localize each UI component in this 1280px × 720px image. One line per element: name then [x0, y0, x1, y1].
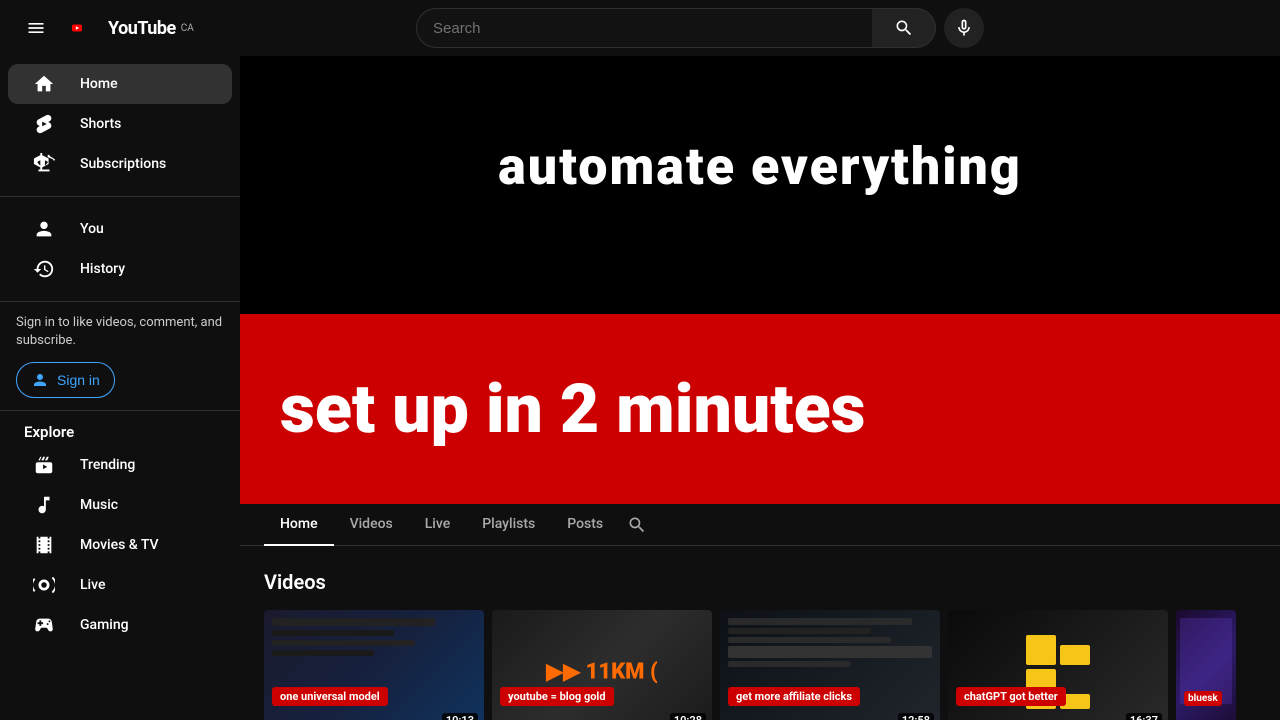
videos-section-title: Videos — [264, 570, 1256, 594]
mic-icon — [954, 18, 974, 38]
sidebar-item-movies[interactable]: Movies & TV — [8, 525, 232, 565]
video-badge-5: bluesk — [1184, 691, 1222, 706]
trending-icon — [32, 453, 56, 477]
sidebar-item-trending[interactable]: Trending — [8, 445, 232, 485]
hamburger-icon — [26, 18, 46, 38]
menu-button[interactable] — [16, 8, 56, 48]
signin-box: Sign in to like videos, comment, and sub… — [16, 314, 224, 398]
video-thumb-1: one universal model 10:13 — [264, 610, 484, 720]
banner-red-overlay: set up in 2 minutes — [240, 314, 1280, 504]
signin-button[interactable]: Sign in — [16, 362, 115, 398]
video-card-5[interactable]: bluesk — [1176, 610, 1236, 720]
tab-videos[interactable]: Videos — [334, 504, 409, 546]
gaming-icon — [32, 613, 56, 637]
videos-section: Videos one universal model 10:13 — [240, 546, 1280, 720]
logo-text: YouTube — [108, 18, 176, 39]
video-badge-4: chatGPT got better — [956, 687, 1066, 706]
sidebar-item-gaming-label: Gaming — [80, 617, 129, 633]
tabs-search-button[interactable] — [627, 515, 647, 535]
banner-top-text: automate everything — [240, 136, 1280, 197]
video-duration-1: 10:13 — [442, 713, 478, 720]
channel-banner[interactable]: automate everything set up in 2 minutes — [240, 56, 1280, 504]
video-duration-4: 16:37 — [1126, 713, 1162, 720]
signin-text: Sign in to like videos, comment, and sub… — [16, 315, 222, 348]
sidebar-item-subscriptions[interactable]: Subscriptions — [8, 144, 232, 184]
video-grid: one universal model 10:13 ▶▶ 11KM ( yout… — [264, 610, 1256, 720]
search-button[interactable] — [872, 8, 936, 48]
video-card-4[interactable]: chatGPT got better 16:37 — [948, 610, 1168, 720]
sidebar-item-history-label: History — [80, 261, 125, 277]
sidebar-item-subscriptions-label: Subscriptions — [80, 156, 166, 172]
search-form — [416, 8, 936, 48]
channel-tabs: Home Videos Live Playlists Posts — [240, 504, 1280, 546]
live-icon — [32, 573, 56, 597]
video-thumb-3: get more affiliate clicks 12:58 — [720, 610, 940, 720]
sidebar-item-shorts[interactable]: Shorts — [8, 104, 232, 144]
subscriptions-icon — [32, 152, 56, 176]
video-card-2[interactable]: ▶▶ 11KM ( youtube = blog gold 10:28 — [492, 610, 712, 720]
video-badge-2: youtube = blog gold — [500, 687, 614, 706]
tab-home[interactable]: Home — [264, 504, 334, 546]
history-icon — [32, 257, 56, 281]
sidebar-item-live-label: Live — [80, 577, 105, 593]
sidebar-divider-1 — [0, 196, 240, 197]
sidebar-item-home[interactable]: Home — [8, 64, 232, 104]
music-icon — [32, 493, 56, 517]
sidebar-divider-2 — [0, 301, 240, 302]
sidebar-item-home-label: Home — [80, 76, 118, 92]
sidebar-item-music[interactable]: Music — [8, 485, 232, 525]
video-thumb-2: ▶▶ 11KM ( youtube = blog gold 10:28 — [492, 610, 712, 720]
person-icon — [32, 217, 56, 241]
banner-red-text: set up in 2 minutes — [280, 375, 866, 443]
sidebar-item-music-label: Music — [80, 497, 118, 513]
topbar: YouTube CA — [0, 0, 1280, 56]
video-badge-3: get more affiliate clicks — [728, 687, 860, 706]
video-card-1[interactable]: one universal model 10:13 — [264, 610, 484, 720]
main-content: automate everything set up in 2 minutes … — [240, 56, 1280, 720]
search-input[interactable] — [416, 8, 872, 48]
youtube-logo[interactable]: YouTube CA — [72, 17, 194, 39]
mic-button[interactable] — [944, 8, 984, 48]
sidebar-item-live[interactable]: Live — [8, 565, 232, 605]
video-badge-1: one universal model — [272, 687, 388, 706]
tab-posts[interactable]: Posts — [551, 504, 619, 546]
movies-icon — [32, 533, 56, 557]
explore-label: Explore — [0, 423, 240, 441]
sidebar-item-you-label: You — [80, 221, 104, 237]
sidebar-item-shorts-label: Shorts — [80, 116, 121, 132]
signin-button-label: Sign in — [57, 372, 100, 388]
video-duration-3: 12:58 — [898, 713, 934, 720]
home-icon — [32, 72, 56, 96]
layout: Home Shorts Subscriptions You History — [0, 56, 1280, 720]
sidebar-item-movies-label: Movies & TV — [80, 537, 159, 553]
sidebar-item-trending-label: Trending — [80, 457, 135, 473]
video-duration-2: 10:28 — [670, 713, 706, 720]
video-thumb-4: chatGPT got better 16:37 — [948, 610, 1168, 720]
sidebar-divider-3 — [0, 410, 240, 411]
video-inner-text-2: ▶▶ 11KM ( — [546, 660, 657, 685]
topbar-center — [256, 8, 1144, 48]
topbar-left: YouTube CA — [16, 8, 256, 48]
sidebar-item-gaming[interactable]: Gaming — [8, 605, 232, 645]
tabs-search-icon — [627, 515, 647, 535]
video-thumb-5: bluesk — [1176, 610, 1236, 720]
signin-person-icon — [31, 371, 49, 389]
logo-ca: CA — [181, 23, 194, 34]
sidebar: Home Shorts Subscriptions You History — [0, 56, 240, 720]
search-icon — [894, 18, 914, 38]
video-card-3[interactable]: get more affiliate clicks 12:58 — [720, 610, 940, 720]
sidebar-item-you[interactable]: You — [8, 209, 232, 249]
sidebar-item-history[interactable]: History — [8, 249, 232, 289]
youtube-logo-icon — [72, 17, 104, 39]
tab-playlists[interactable]: Playlists — [466, 504, 551, 546]
tab-live[interactable]: Live — [409, 504, 466, 546]
shorts-icon — [32, 112, 56, 136]
